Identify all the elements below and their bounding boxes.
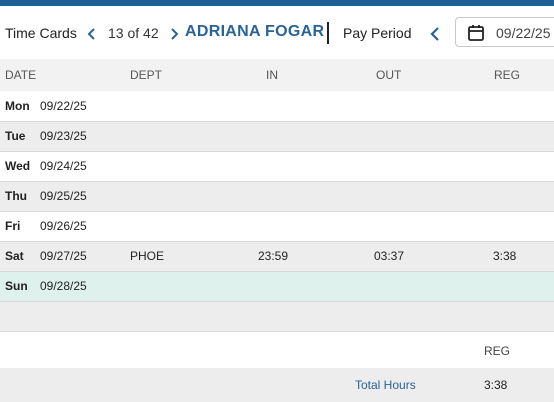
table-row[interactable]: Fri 09/26/25 <box>0 212 554 242</box>
summary-total-row: Total Hours 3:38 <box>0 368 554 402</box>
column-header-out: OUT <box>376 68 402 82</box>
header-divider <box>327 22 329 44</box>
table-row[interactable]: Wed 09/24/25 <box>0 152 554 182</box>
row-date: 09/27/25 <box>40 249 87 263</box>
row-in: 23:59 <box>258 249 289 263</box>
total-hours-reg: 3:38 <box>484 378 508 392</box>
total-hours-label: Total Hours <box>355 378 416 392</box>
table-row[interactable]: Tue 09/23/25 <box>0 122 554 152</box>
column-header-in: IN <box>266 68 278 82</box>
row-out: 03:37 <box>374 249 405 263</box>
row-day: Wed <box>5 159 31 173</box>
summary-column-reg: REG <box>484 344 511 358</box>
table-row[interactable]: Mon 09/22/25 <box>0 92 554 122</box>
calendar-icon[interactable] <box>467 24 485 47</box>
previous-period-button[interactable] <box>428 26 442 41</box>
row-date: 09/24/25 <box>40 159 87 173</box>
table-row[interactable]: Thu 09/25/25 <box>0 182 554 212</box>
previous-employee-button[interactable] <box>85 27 99 41</box>
table-spacer-row <box>0 302 554 332</box>
row-date: 09/26/25 <box>40 219 87 233</box>
pay-period-date-picker[interactable]: 09/22/25 <box>455 17 554 47</box>
row-reg: 3:38 <box>493 249 517 263</box>
employee-name[interactable]: ADRIANA FOGAR <box>185 23 324 41</box>
pay-period-label: Pay Period <box>343 25 412 41</box>
pay-period-date: 09/22/25 <box>496 25 551 41</box>
row-date: 09/25/25 <box>40 189 87 203</box>
row-date: 09/22/25 <box>40 99 87 113</box>
chevron-right-icon <box>171 28 179 40</box>
row-day: Sat <box>5 249 24 263</box>
next-employee-button[interactable] <box>167 27 181 41</box>
chevron-left-icon <box>87 28 95 40</box>
row-day: Thu <box>5 189 27 203</box>
column-header-dept: DEPT <box>130 68 163 82</box>
row-date: 09/23/25 <box>40 129 87 143</box>
row-date: 09/28/25 <box>40 279 87 293</box>
column-header-date: DATE <box>5 68 37 82</box>
table-row[interactable]: Sat 09/27/25 PHOE 23:59 03:37 3:38 <box>0 242 554 272</box>
row-day: Tue <box>5 129 26 143</box>
page-title: Time Cards <box>5 25 77 41</box>
table-header: DATE DEPT IN OUT REG <box>0 59 554 91</box>
row-day: Mon <box>5 99 30 113</box>
employee-counter: 13 of 42 <box>108 25 159 41</box>
timecard-header: Time Cards 13 of 42 ADRIANA FOGAR Pay Pe… <box>0 6 554 59</box>
row-day: Sun <box>5 279 28 293</box>
column-header-reg: REG <box>494 68 521 82</box>
chevron-left-icon <box>430 27 439 41</box>
table-row-current-day[interactable]: Sun 09/28/25 <box>0 272 554 302</box>
row-dept: PHOE <box>130 249 165 263</box>
row-day: Fri <box>5 219 21 233</box>
summary-header: REG <box>0 332 554 367</box>
